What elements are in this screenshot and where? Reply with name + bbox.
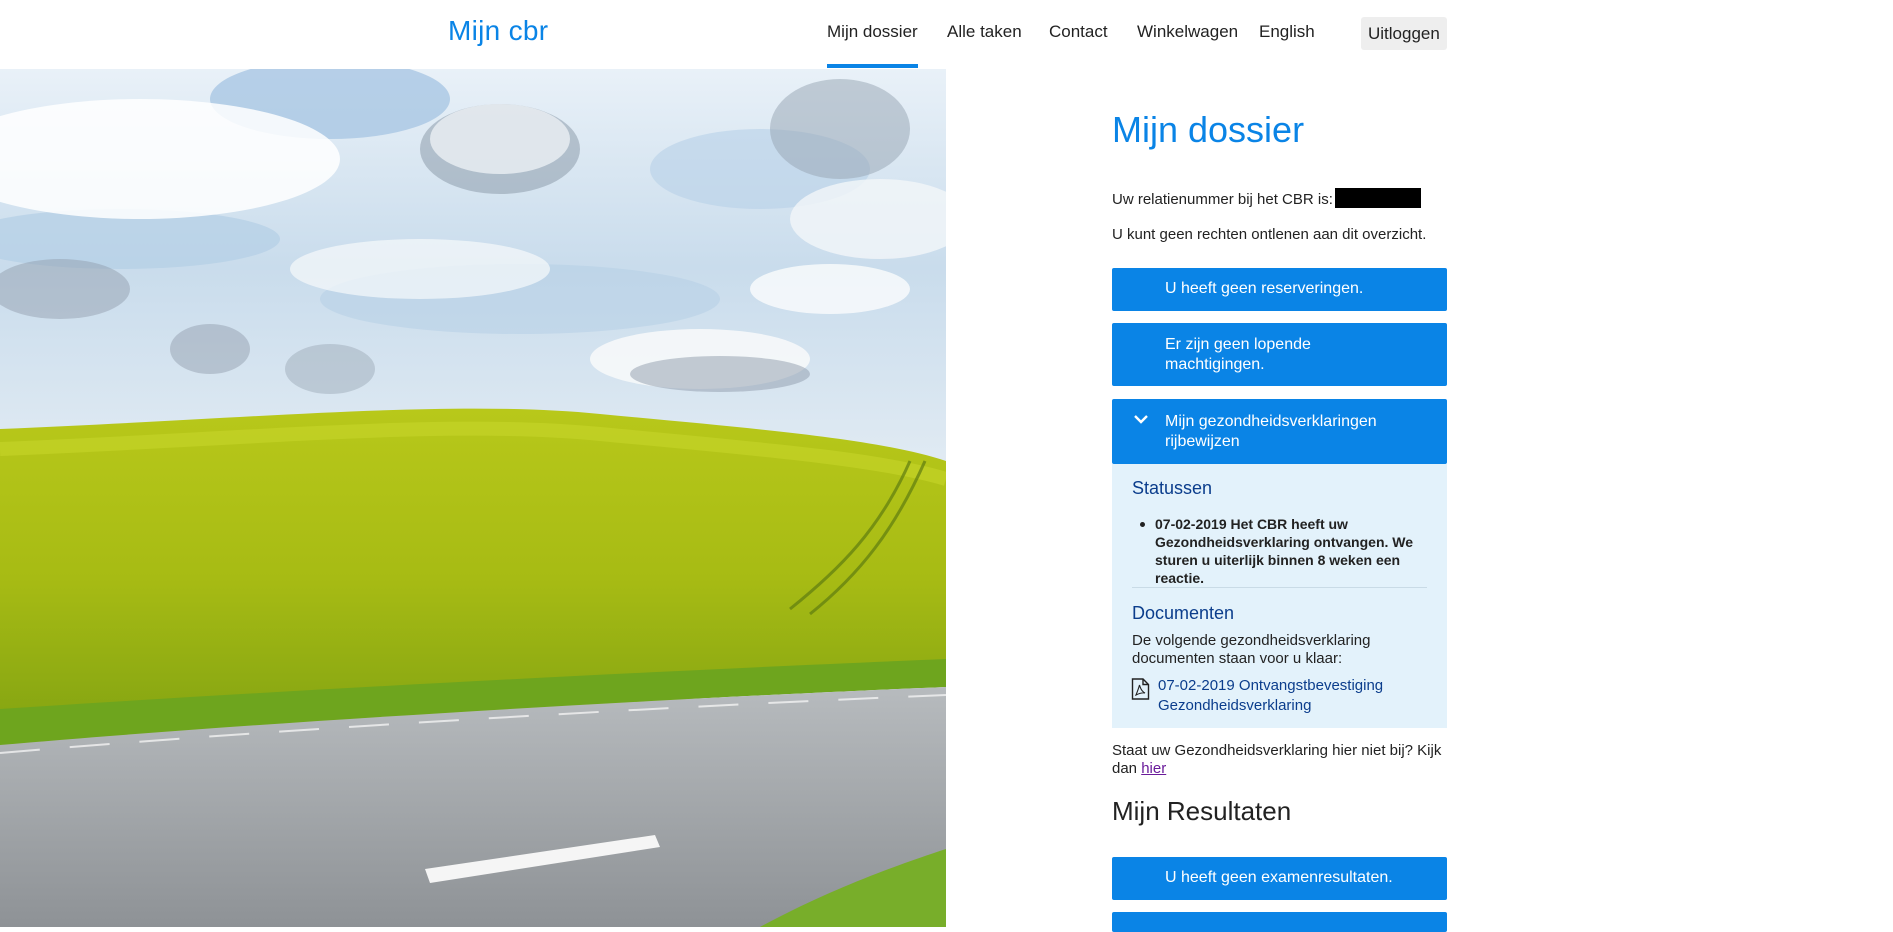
exam-results-button[interactable]: U heeft geen examenresultaten. [1112, 857, 1447, 900]
relation-number-label: Uw relatienummer bij het CBR is: [1112, 191, 1333, 208]
logout-button[interactable]: Uitloggen [1361, 17, 1447, 50]
pdf-document-icon [1131, 678, 1150, 700]
status-heading: Statussen [1132, 478, 1213, 498]
disclaimer-text: U kunt geen rechten ontlenen aan dit ove… [1112, 226, 1427, 243]
documents-heading: Documenten [1132, 603, 1235, 623]
bullet-dot [1140, 522, 1145, 527]
hero-landscape-image [0, 69, 946, 927]
top-navigation-bar: Mijn cbr Mijn dossier Alle taken Contact… [0, 0, 1893, 69]
document-link[interactable]: 07-02-2019 Ontvangstbevestiging Gezondhe… [1131, 676, 1431, 716]
document-link-label: 07-02-2019 Ontvangstbevestiging Gezondhe… [1158, 677, 1384, 714]
health-declarations-label: Mijn gezondheidsverklaringen rijbewijzen [1165, 413, 1377, 450]
missing-declaration-note: Staat uw Gezondheidsverklaring hier niet… [1112, 742, 1447, 778]
authorizations-button[interactable]: Er zijn geen lopende machtigingen. [1112, 323, 1447, 386]
relation-number-line: Uw relatienummer bij het CBR is: [1112, 188, 1421, 208]
health-declarations-toggle[interactable]: Mijn gezondheidsverklaringen rijbewijzen [1112, 399, 1447, 464]
nav-contact[interactable]: Contact [1049, 22, 1108, 42]
page-title: Mijn dossier [1112, 109, 1305, 150]
reservations-button[interactable]: U heeft geen reserveringen. [1112, 268, 1447, 311]
authorizations-button-label: Er zijn geen lopende machtigingen. [1165, 336, 1311, 373]
exam-results-button-label: U heeft geen examenresultaten. [1165, 869, 1393, 886]
next-results-button[interactable] [1112, 912, 1447, 932]
nav-winkelwagen[interactable]: Winkelwagen [1137, 22, 1238, 42]
redacted-relation-number [1334, 188, 1421, 208]
results-heading: Mijn Resultaten [1112, 796, 1292, 826]
chevron-down-icon [1134, 415, 1148, 424]
reservations-button-label: U heeft geen reserveringen. [1165, 280, 1364, 297]
nav-mijn-dossier[interactable]: Mijn dossier [827, 22, 918, 68]
health-declarations-panel: Statussen 07-02-2019 Het CBR heeft uw Ge… [1112, 464, 1447, 728]
status-item: 07-02-2019 Het CBR heeft uw Gezondheidsv… [1155, 516, 1414, 586]
documents-intro: De volgende gezondheidsverklaring docume… [1132, 632, 1371, 667]
divider [1132, 587, 1427, 588]
nav-english[interactable]: English [1259, 22, 1315, 42]
logo[interactable]: Mijn cbr [448, 15, 548, 47]
hier-link[interactable]: hier [1141, 760, 1166, 777]
nav-alle-taken[interactable]: Alle taken [947, 22, 1022, 42]
